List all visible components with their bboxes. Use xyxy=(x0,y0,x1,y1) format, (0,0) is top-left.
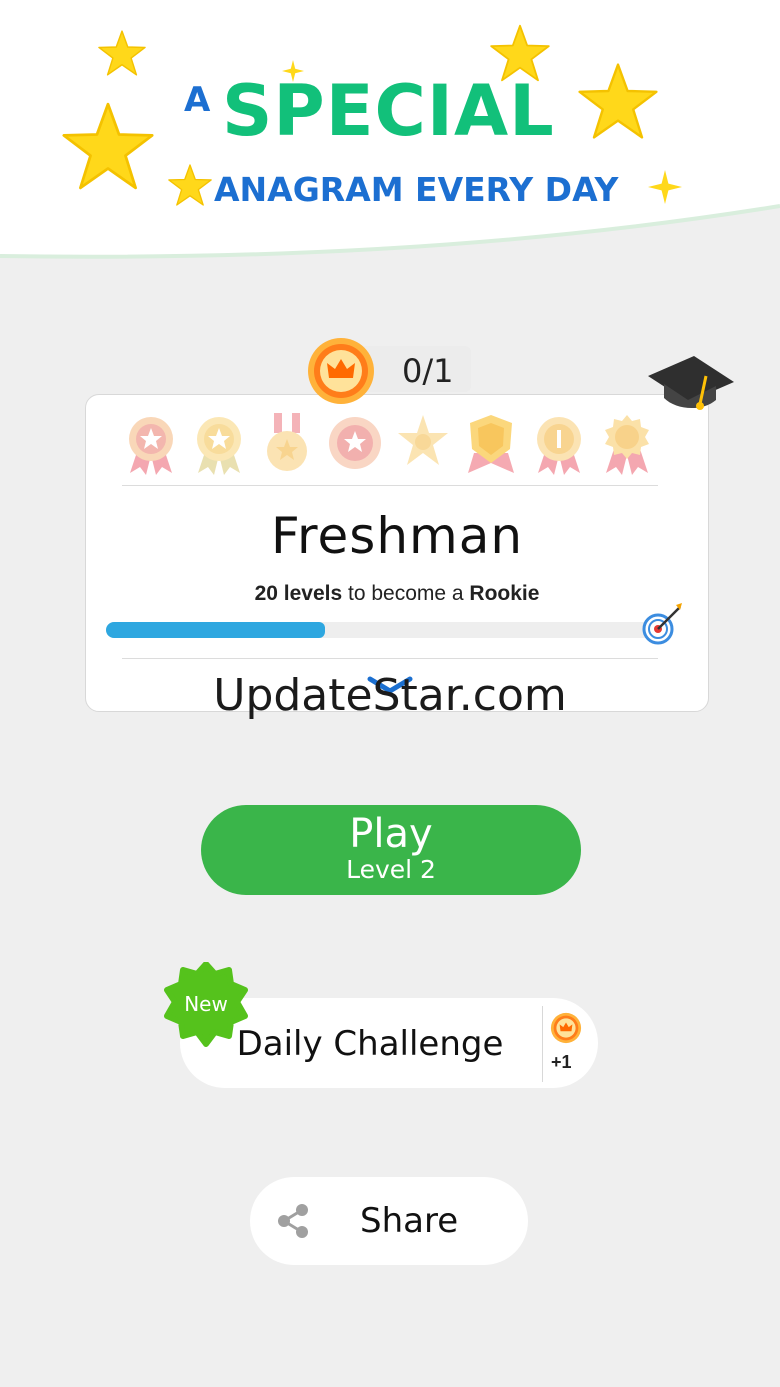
star-icon xyxy=(578,63,658,139)
medal-ribbon-icon xyxy=(267,413,307,471)
medal-seal-icon xyxy=(605,415,649,475)
rank-progress-bar xyxy=(106,622,654,638)
shield-medal-icon xyxy=(468,415,514,473)
header-banner: A SPECIAL ANAGRAM EVERY DAY xyxy=(0,0,780,266)
rank-progress-fill xyxy=(106,622,326,638)
divider-line xyxy=(122,485,658,486)
divider-line xyxy=(122,658,658,659)
crown-coin-icon xyxy=(550,1012,582,1044)
watermark: UpdateStar.com xyxy=(213,670,567,721)
banner-title: SPECIAL xyxy=(222,70,555,152)
crown-count: 0/1 xyxy=(402,352,454,390)
medal-one-icon xyxy=(537,417,581,475)
medal-star-red-icon xyxy=(329,417,381,469)
star-icon xyxy=(168,164,212,206)
share-button[interactable]: Share xyxy=(250,1177,528,1265)
medal-star-gold-icon xyxy=(197,417,241,475)
badge-row xyxy=(124,413,672,477)
banner-title-a: A xyxy=(184,80,211,120)
levels-count: 20 levels xyxy=(254,582,343,605)
banner-subtitle: ANAGRAM EVERY DAY xyxy=(214,170,619,209)
share-label: Share xyxy=(360,1201,459,1241)
medal-star-icon xyxy=(129,417,173,475)
new-badge-label: New xyxy=(184,992,228,1016)
daily-challenge-label: Daily Challenge xyxy=(236,1024,504,1064)
sheriff-star-icon xyxy=(398,415,448,465)
play-button[interactable]: Play Level 2 xyxy=(201,805,581,895)
divider-line xyxy=(542,1006,543,1082)
levels-text: to become a xyxy=(342,582,470,605)
next-rank: Rookie xyxy=(469,582,540,605)
graduation-cap-icon xyxy=(648,356,734,410)
rank-card: Freshman 20 levels to become a Rookie xyxy=(85,394,709,712)
rank-subtitle: 20 levels to become a Rookie xyxy=(86,582,708,606)
star-icon xyxy=(62,102,154,190)
crown-coin-icon xyxy=(308,338,374,404)
play-label: Play xyxy=(349,811,433,857)
sparkle-icon xyxy=(648,170,682,204)
star-icon xyxy=(98,30,146,76)
share-icon xyxy=(278,1204,308,1238)
daily-reward: +1 xyxy=(551,1052,572,1072)
rank-title: Freshman xyxy=(270,507,524,565)
play-level: Level 2 xyxy=(346,855,436,884)
target-icon xyxy=(642,603,682,645)
